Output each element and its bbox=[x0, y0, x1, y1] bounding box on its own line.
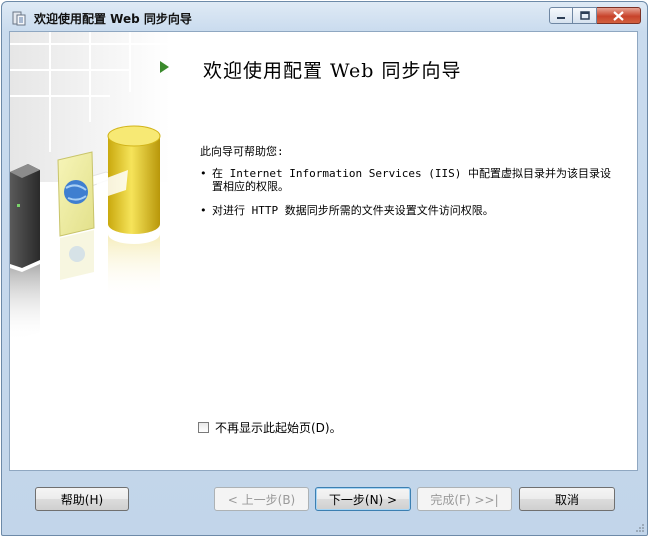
globe-icon bbox=[57, 151, 95, 280]
close-icon bbox=[613, 10, 624, 21]
wizard-window: 欢迎使用配置 Web 同步向导 欢迎使用配置 Web 同步向导 此向导可帮助您:… bbox=[1, 1, 648, 536]
button-bar: 帮助(H) < 上一步(B) 下一步(N) > 完成(F) >>| 取消 bbox=[9, 471, 638, 527]
maximize-icon bbox=[579, 11, 590, 20]
finish-button[interactable]: 完成(F) >>| bbox=[417, 487, 512, 511]
minimize-icon bbox=[557, 16, 565, 19]
bullet-mark: • bbox=[200, 167, 207, 180]
bullet-text: 在 Internet Information Services (IIS) 中配… bbox=[212, 167, 612, 193]
page-title: 欢迎使用配置 Web 同步向导 bbox=[203, 60, 462, 82]
back-button[interactable]: < 上一步(B) bbox=[214, 487, 309, 511]
database-icon bbox=[107, 125, 161, 300]
list-item: • 在 Internet Information Services (IIS) … bbox=[200, 167, 620, 193]
window-title: 欢迎使用配置 Web 同步向导 bbox=[34, 12, 192, 26]
arrow-right-icon bbox=[160, 61, 169, 73]
maximize-button[interactable] bbox=[573, 7, 597, 24]
wizard-content: 欢迎使用配置 Web 同步向导 此向导可帮助您: • 在 Internet In… bbox=[9, 31, 638, 471]
close-button[interactable] bbox=[597, 7, 641, 24]
bullet-text: 对进行 HTTP 数据同步所需的文件夹设置文件访问权限。 bbox=[212, 204, 494, 217]
title-bar[interactable]: 欢迎使用配置 Web 同步向导 bbox=[2, 2, 647, 32]
cancel-button[interactable]: 取消 bbox=[519, 487, 615, 511]
dont-show-again-checkbox[interactable] bbox=[198, 422, 209, 433]
bullet-mark: • bbox=[200, 204, 207, 217]
intro-text: 此向导可帮助您: bbox=[200, 145, 284, 158]
help-button[interactable]: 帮助(H) bbox=[35, 487, 129, 511]
list-item: • 对进行 HTTP 数据同步所需的文件夹设置文件访问权限。 bbox=[200, 204, 620, 217]
minimize-button[interactable] bbox=[549, 7, 573, 24]
dont-show-again-option[interactable]: 不再显示此起始页(D)。 bbox=[198, 419, 342, 436]
size-grip-icon[interactable] bbox=[635, 523, 645, 533]
server-icon bbox=[10, 164, 40, 342]
wizard-icon bbox=[12, 11, 26, 26]
wizard-illustration bbox=[10, 32, 170, 342]
dont-show-again-label[interactable]: 不再显示此起始页(D)。 bbox=[215, 419, 342, 436]
caption-buttons bbox=[549, 7, 641, 26]
next-button[interactable]: 下一步(N) > bbox=[315, 487, 411, 511]
